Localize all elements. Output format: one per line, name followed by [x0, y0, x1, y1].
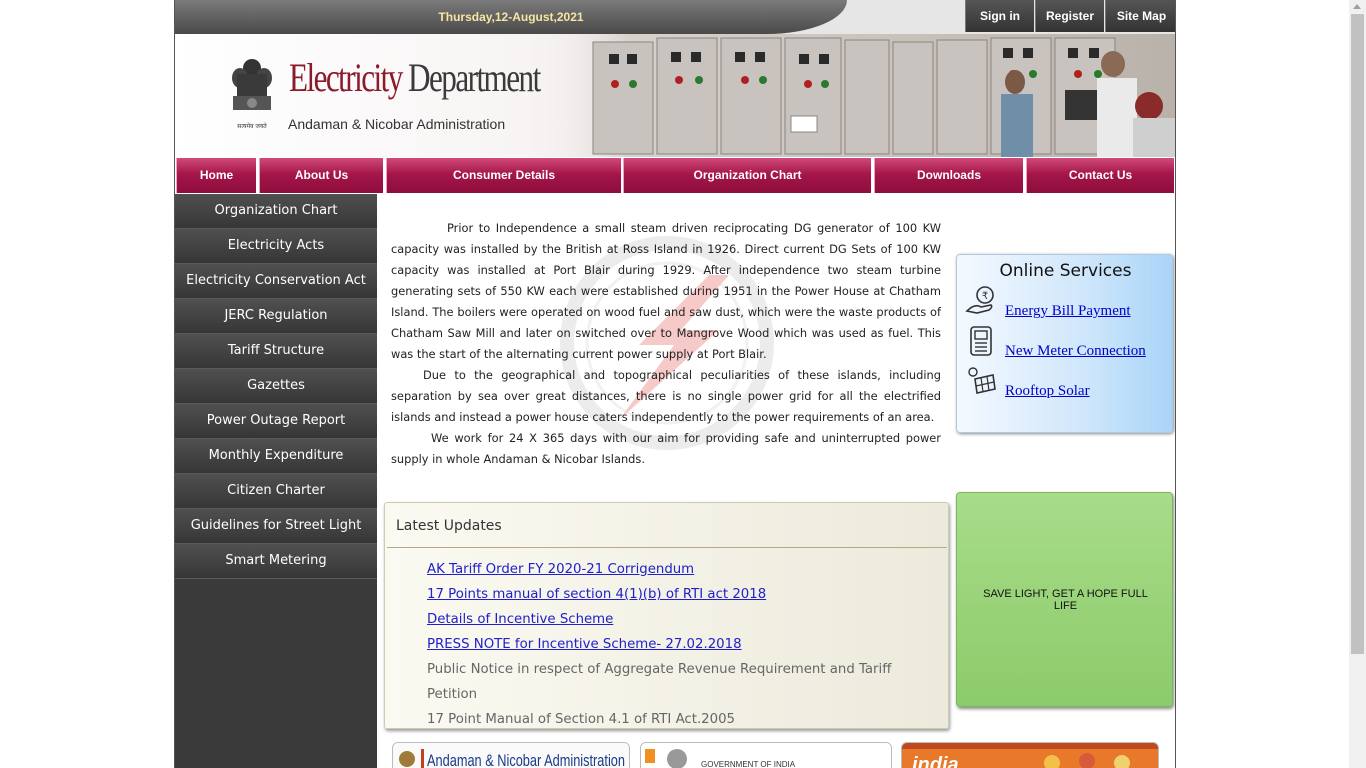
save-light-box: SAVE LIGHT, GET A HOPE FULL LIFE: [956, 492, 1173, 707]
nav-home[interactable]: Home: [176, 158, 256, 193]
emblem-motto: सत्यमेव जयते: [237, 122, 267, 130]
intro-text: Prior to Independence a small steam driv…: [391, 218, 941, 470]
site-title: Electricity Department: [289, 54, 541, 101]
update-item-tariff-corrigendum[interactable]: AK Tariff Order FY 2020-21 Corrigendum: [427, 557, 907, 582]
rooftop-solar-link[interactable]: Rooftop Solar: [1005, 383, 1090, 400]
sidebar-item-electricity-conservation-act[interactable]: Electricity Conservation Act: [175, 264, 377, 299]
svg-text:₹: ₹: [982, 291, 988, 302]
meter-icon: [970, 326, 992, 356]
site-map-link[interactable]: Site Map: [1105, 0, 1175, 32]
nav-organization-chart[interactable]: Organization Chart: [623, 158, 871, 193]
sidebar-item-gazettes[interactable]: Gazettes: [175, 369, 377, 404]
site-subtitle: Andaman & Nicobar Administration: [288, 116, 506, 132]
online-services-box: Online Services ₹ Energy Bill Payment Ne…: [956, 254, 1173, 433]
an-administration-logo-text: Andaman & Nicobar Administration: [427, 751, 625, 768]
nav-downloads[interactable]: Downloads: [874, 158, 1023, 193]
india-portal-text: india: [912, 754, 959, 768]
an-administration-logo-graphic: Andaman & Nicobar Administration: [393, 743, 629, 768]
control-room-photo: [553, 34, 1175, 157]
sidebar-item-citizen-charter[interactable]: Citizen Charter: [175, 474, 377, 509]
site-title-dark: Department: [401, 55, 541, 100]
sidebar-item-tariff-structure[interactable]: Tariff Structure: [175, 334, 377, 369]
latest-updates-title: Latest Updates: [396, 518, 502, 534]
energy-bill-payment-link[interactable]: Energy Bill Payment: [1005, 303, 1131, 320]
an-administration-logo[interactable]: Andaman & Nicobar Administration: [392, 742, 630, 768]
sidebar-item-organization-chart[interactable]: Organization Chart: [175, 194, 377, 229]
vertical-scrollbar[interactable]: [1349, 0, 1366, 768]
intro-paragraph-1: Prior to Independence a small steam driv…: [391, 221, 941, 361]
india-portal-logo-graphic: india: [902, 743, 1158, 768]
site-title-red: Electricity: [289, 55, 403, 100]
update-item-rti-manual-2018[interactable]: 17 Points manual of section 4(1)(b) of R…: [427, 582, 907, 607]
intro-paragraph-3: We work for 24 X 365 days with our aim f…: [391, 431, 941, 466]
latest-updates-box: Latest Updates AK Tariff Order FY 2020-2…: [384, 502, 949, 729]
latest-updates-divider: [387, 547, 947, 548]
header-banner: सत्यमेव जयते Electricity Department Anda…: [175, 34, 1175, 157]
sidebar-item-monthly-expenditure[interactable]: Monthly Expenditure: [175, 439, 377, 474]
bill-payment-icon: ₹: [965, 286, 994, 314]
sidebar-item-electricity-acts[interactable]: Electricity Acts: [175, 229, 377, 264]
government-of-india-logo[interactable]: GOVERNMENT OF INDIA: [640, 742, 892, 768]
new-meter-connection-link[interactable]: New Meter Connection: [1005, 343, 1146, 360]
intro-paragraph-2: Due to the geographical and topographica…: [391, 368, 941, 424]
save-light-text: SAVE LIGHT, GET A HOPE FULL LIFE: [983, 588, 1148, 612]
update-item-public-notice: Public Notice in respect of Aggregate Re…: [427, 662, 892, 702]
solar-panel-icon: [968, 367, 996, 394]
main-nav: Home About Us Consumer Details Organizat…: [175, 157, 1175, 194]
nav-consumer-details[interactable]: Consumer Details: [386, 158, 621, 193]
sidebar-item-smart-metering[interactable]: Smart Metering: [175, 544, 377, 579]
sidebar-item-power-outage-report[interactable]: Power Outage Report: [175, 404, 377, 439]
register-link[interactable]: Register: [1035, 0, 1104, 32]
sign-in-link[interactable]: Sign in: [965, 0, 1034, 32]
nav-about-us[interactable]: About Us: [259, 158, 383, 193]
top-bar: Thursday,12-August,2021 Sign in Register…: [175, 0, 1175, 34]
online-services-title: Online Services: [999, 261, 1132, 281]
national-emblem-icon: सत्यमेव जयते: [232, 59, 272, 130]
scroll-up-arrow-icon[interactable]: [1353, 4, 1361, 9]
update-item-press-note[interactable]: PRESS NOTE for Incentive Scheme- 27.02.2…: [427, 632, 907, 657]
sidebar-item-jerc-regulation[interactable]: JERC Regulation: [175, 299, 377, 334]
latest-updates-list: AK Tariff Order FY 2020-21 Corrigendum 1…: [427, 557, 907, 728]
page-container: Thursday,12-August,2021 Sign in Register…: [174, 0, 1176, 768]
scrollbar-thumb[interactable]: [1351, 14, 1364, 654]
government-of-india-text: GOVERNMENT OF INDIA: [701, 760, 796, 768]
india-portal-logo[interactable]: india: [901, 742, 1159, 768]
date-bar: Thursday,12-August,2021: [175, 0, 847, 34]
sidebar-item-guidelines-street-light[interactable]: Guidelines for Street Light: [175, 509, 377, 544]
current-date: Thursday,12-August,2021: [438, 10, 584, 24]
government-of-india-logo-graphic: GOVERNMENT OF INDIA: [641, 743, 891, 768]
update-item-rti-manual-2005: 17 Point Manual of Section 4.1 of RTI Ac…: [427, 712, 736, 727]
sidebar-menu: Organization Chart Electricity Acts Elec…: [175, 194, 377, 768]
update-item-incentive-scheme[interactable]: Details of Incentive Scheme: [427, 607, 907, 632]
nav-contact-us[interactable]: Contact Us: [1026, 158, 1174, 193]
